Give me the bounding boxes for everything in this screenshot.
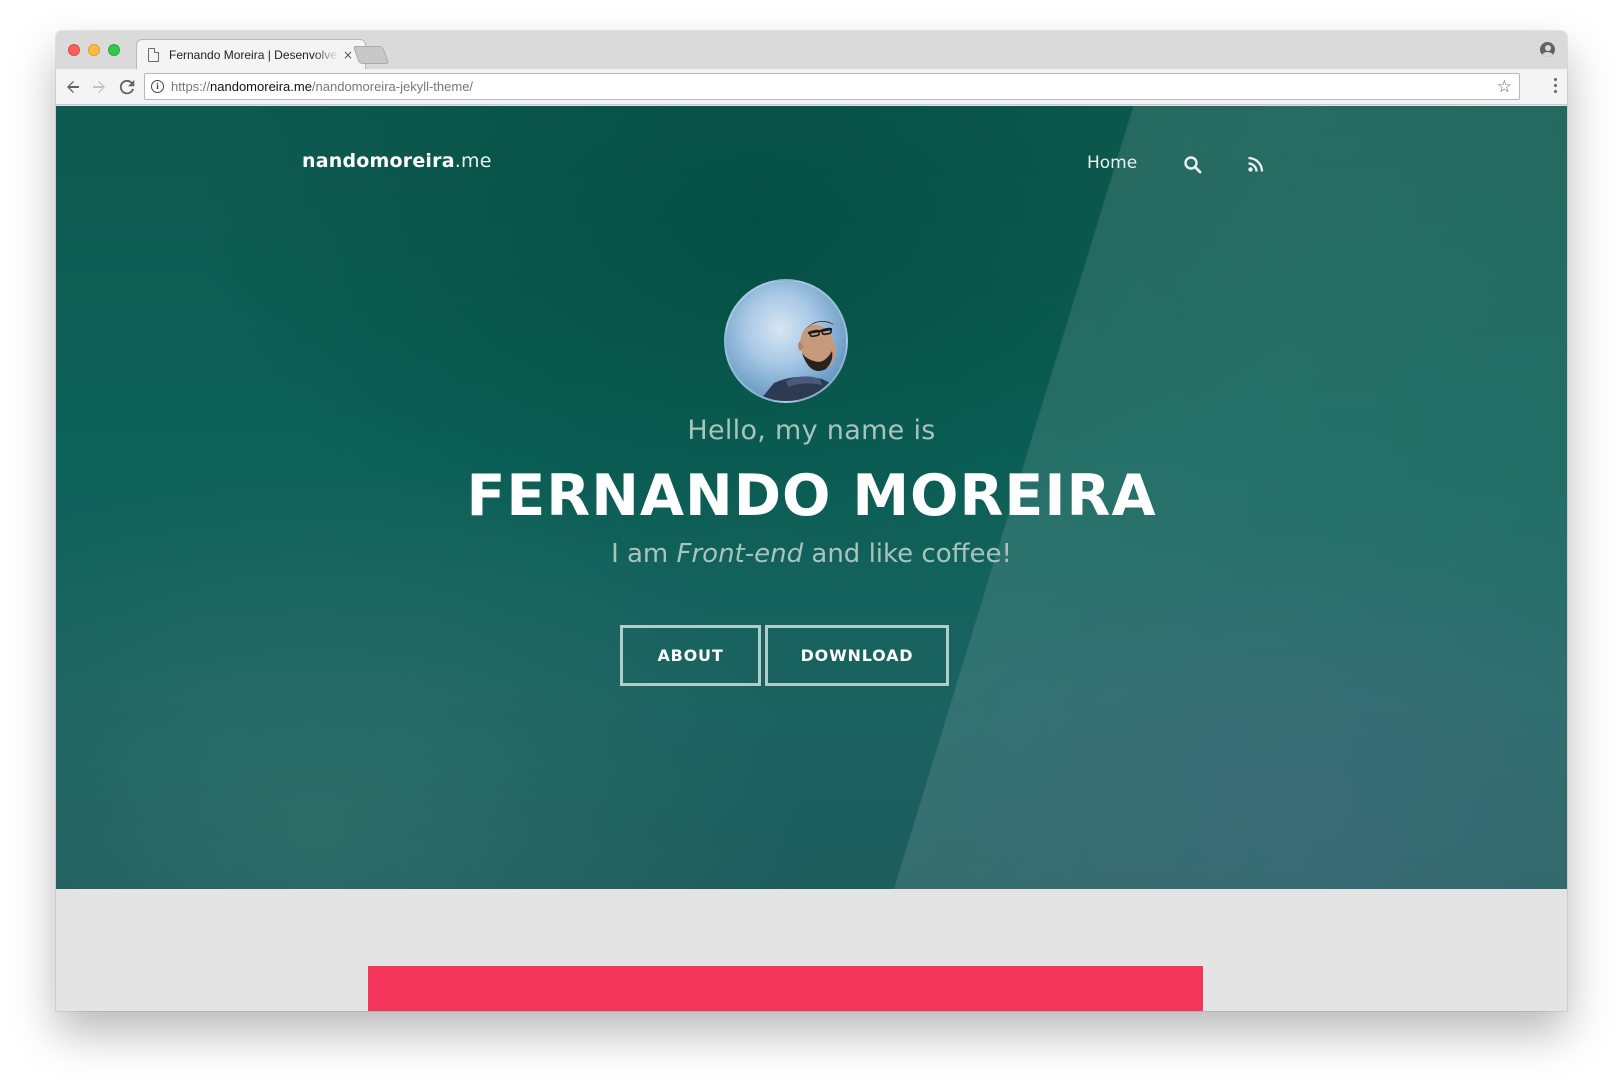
browser-window: Fernando Moreira | Desenvolvedor Front-e… [56,31,1567,1011]
hero-section: nandomoreira.me Home Hello, my name is F… [56,106,1567,889]
tagline-role: Front-end [676,539,804,569]
site-logo-name: nandomoreira [302,150,455,172]
tagline-prefix: I am [611,539,677,569]
hero-greeting: Hello, my name is [687,415,936,446]
search-icon[interactable] [1183,155,1203,175]
hero-tagline: I am Front-end and like coffee! [56,539,1567,569]
avatar [724,279,848,403]
avatar-portrait [759,321,846,401]
profile-icon[interactable] [1540,42,1555,57]
close-window-button[interactable] [68,44,80,56]
rss-icon[interactable] [1247,155,1265,173]
minimize-window-button[interactable] [88,44,100,56]
address-bar[interactable]: i https://nandomoreira.me/nandomoreira-j… [144,73,1520,100]
featured-banner [368,966,1203,1011]
forward-arrow-icon[interactable] [88,76,110,98]
url-text[interactable]: https://nandomoreira.me/nandomoreira-jek… [171,79,473,94]
menu-icon[interactable] [1554,78,1557,95]
url-path: /nandomoreira-jekyll-theme/ [311,79,474,94]
tab-close-icon[interactable]: × [343,49,353,61]
hero-name: FERNANDO MOREIRA [466,463,1157,529]
url-scheme: https:// [171,79,211,94]
star-icon[interactable]: ☆ [1497,77,1512,97]
about-button[interactable]: ABOUT [620,625,761,686]
page-icon [148,48,159,62]
download-button[interactable]: DOWNLOAD [765,625,949,686]
browser-tab-content[interactable]: Fernando Moreira | Desenvolvedor Front-e… [148,41,354,69]
content-area [56,889,1567,1011]
info-icon[interactable]: i [151,80,164,93]
url-host: nandomoreira.me [210,79,312,94]
back-arrow-icon[interactable] [62,76,84,98]
new-tab-button[interactable] [352,46,390,64]
browser-toolbar: i https://nandomoreira.me/nandomoreira-j… [56,69,1567,105]
site-logo[interactable]: nandomoreira.me [302,150,492,172]
maximize-window-button[interactable] [108,44,120,56]
tagline-suffix: and like coffee! [803,539,1012,569]
reload-icon[interactable] [116,76,138,98]
tab-strip: Fernando Moreira | Desenvolvedor Front-e… [56,31,1567,70]
nav-home-link[interactable]: Home [1087,153,1137,173]
site-logo-tld: .me [454,150,492,172]
tab-title: Fernando Moreira | Desenvolvedor Front-e… [169,48,339,62]
